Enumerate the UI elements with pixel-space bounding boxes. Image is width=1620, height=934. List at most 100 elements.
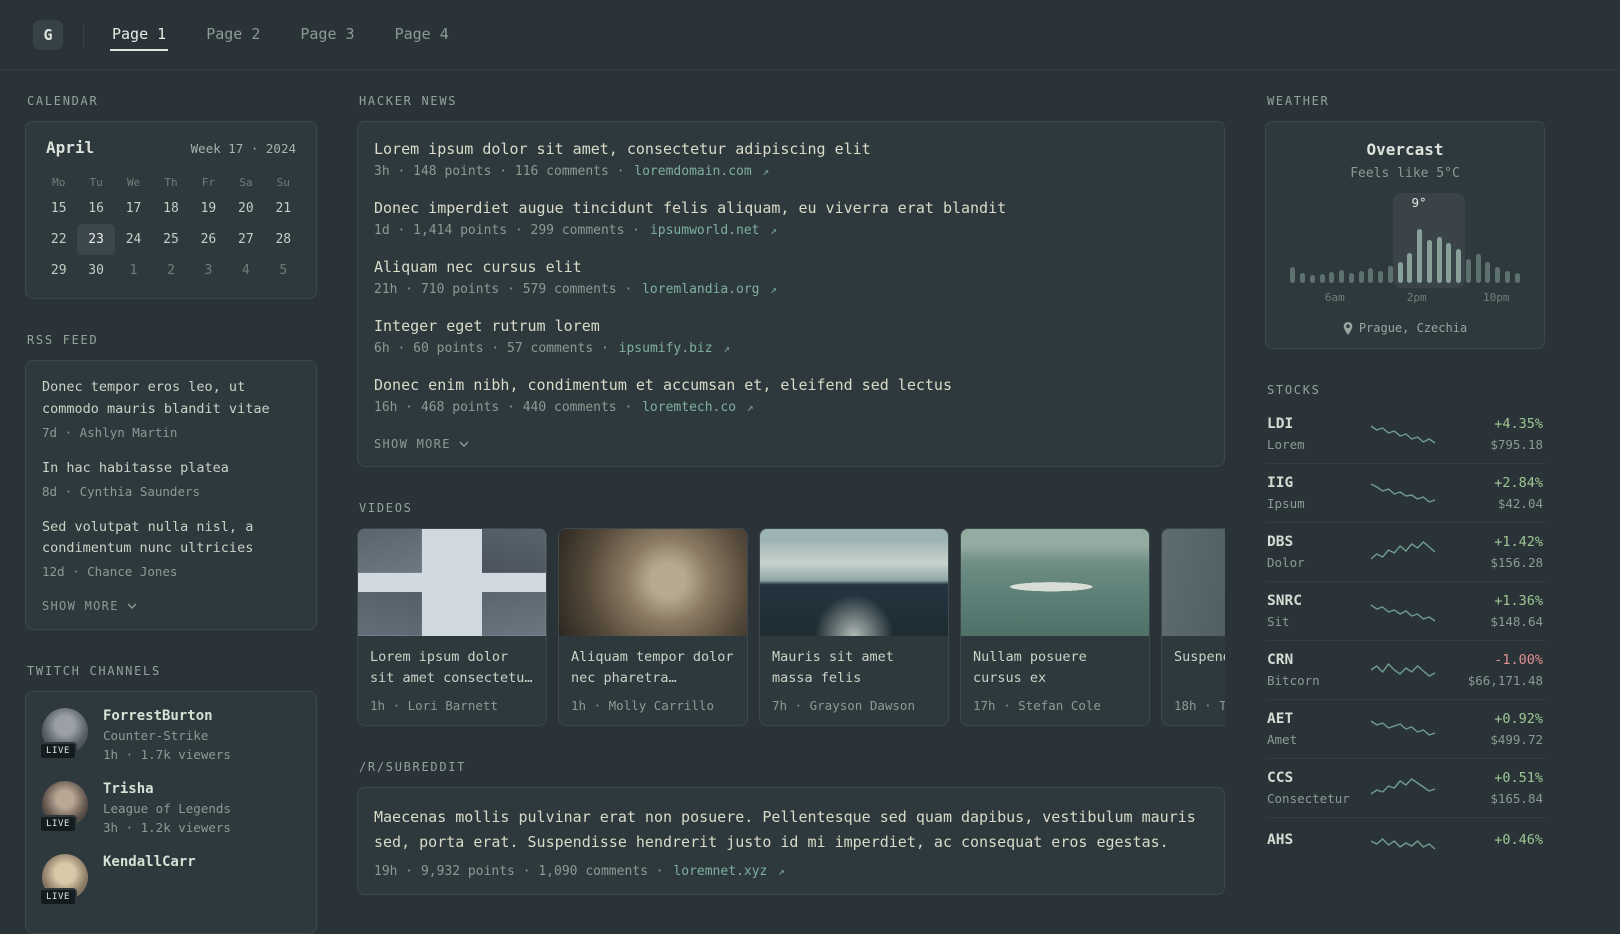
story-domain-link[interactable]: loremdomain.com: [634, 164, 751, 179]
calendar-weekday-label: Th: [164, 176, 178, 189]
story-domain-link[interactable]: ipsumworld.net: [650, 223, 760, 238]
story-title[interactable]: Integer eget rutrum lorem: [374, 317, 1208, 335]
calendar-day: 15: [50, 201, 67, 216]
twitch-channel-info: KendallCarr: [103, 854, 196, 874]
page-tab[interactable]: Page 4: [393, 18, 451, 51]
stock-row[interactable]: CCS Consectetur +0.51% $165.84: [1265, 758, 1545, 817]
video-thumbnail[interactable]: [559, 529, 747, 636]
stock-price: $499.72: [1490, 732, 1543, 747]
video-title[interactable]: Nullam posuere cursus ex: [973, 647, 1137, 690]
video-meta: 7h · Grayson Dawson: [772, 698, 915, 713]
stock-row[interactable]: DBS Dolor +1.42% $156.28: [1265, 522, 1545, 581]
story-title[interactable]: Donec imperdiet augue tincidunt felis al…: [374, 199, 1208, 217]
twitch-card: LIVE ForrestBurton Counter-Strike 1h · 1…: [25, 691, 317, 934]
stock-row[interactable]: LDI Lorem +4.35% $795.18: [1265, 410, 1545, 463]
stock-change: +1.36%: [1494, 593, 1543, 609]
stock-row[interactable]: CRN Bitcorn -1.00% $66,171.48: [1265, 640, 1545, 699]
calendar-day: 16: [88, 201, 104, 216]
video-thumbnail[interactable]: [760, 529, 948, 636]
calendar-day: 29: [50, 263, 67, 278]
video-card[interactable]: Mauris sit amet massa felis 7h · Grayson…: [759, 528, 949, 726]
video-thumbnail[interactable]: [358, 529, 546, 636]
story-item: Integer eget rutrum lorem 6h · 60 points…: [374, 317, 1208, 356]
video-thumbnail[interactable]: [1162, 529, 1225, 636]
story-domain-link[interactable]: ipsumify.biz: [619, 341, 713, 356]
rss-item-title[interactable]: Sed volutpat nulla nisl, a condimentum n…: [42, 517, 300, 561]
story-stats: 16h · 468 points · 440 comments ·: [374, 400, 633, 415]
twitch-channel-name[interactable]: KendallCarr: [103, 854, 196, 870]
stock-price: $148.64: [1490, 614, 1543, 629]
video-thumbnail[interactable]: [961, 529, 1149, 636]
weather-bar: [1405, 199, 1415, 283]
video-card-body: Nullam posuere cursus ex 17h · Stefan Co…: [961, 636, 1149, 725]
twitch-channel-list: LIVE ForrestBurton Counter-Strike 1h · 1…: [39, 708, 300, 907]
story-meta: 21h · 710 points · 579 comments · loreml…: [374, 282, 1208, 297]
calendar-weekday-row: Mo Tu We Th Fr Sa Su: [40, 172, 302, 193]
story-title[interactable]: Donec enim nibh, condimentum et accumsan…: [374, 376, 1208, 394]
video-title[interactable]: Lorem ipsum dolor sit amet consectetu…: [370, 647, 534, 690]
story-domain-link[interactable]: loremlandia.org: [642, 282, 759, 297]
weather-feels-like: Feels like 5°C: [1350, 166, 1460, 181]
stock-sparkline: [1355, 480, 1451, 506]
section-title-twitch: TWITCH CHANNELS: [27, 664, 161, 679]
story-title[interactable]: Lorem ipsum dolor sit amet, consectetur …: [374, 140, 1208, 158]
subreddit-post-title[interactable]: Maecenas mollis pulvinar erat non posuer…: [374, 805, 1208, 855]
video-title[interactable]: Aliquam tempor dolor nec pharetra…: [571, 647, 735, 690]
stock-change: +0.46%: [1494, 831, 1543, 848]
rss-item-title[interactable]: In hac habitasse platea: [42, 458, 300, 480]
video-card[interactable]: Lorem ipsum dolor sit amet consectetu… 1…: [357, 528, 547, 726]
rss-show-more-button[interactable]: SHOW MORE: [42, 597, 137, 615]
calendar-day: 21: [275, 201, 292, 216]
twitch-channel-name[interactable]: ForrestBurton: [103, 708, 231, 724]
calendar-day: 2: [167, 263, 175, 278]
stock-row[interactable]: SNRC Sit +1.36% $148.64: [1265, 581, 1545, 640]
video-card[interactable]: Suspendisse diam 18h · Tara: [1161, 528, 1225, 726]
story-domain-link[interactable]: loremnet.xyz: [673, 864, 767, 879]
stock-identity: LDI Lorem: [1267, 416, 1355, 452]
stocks-list: LDI Lorem +4.35% $795.18 IIG Ipsum +2.84…: [1265, 410, 1545, 866]
stock-symbol: LDI: [1267, 416, 1294, 432]
stock-row[interactable]: AHS +0.46%: [1265, 817, 1545, 866]
stock-values: +4.35% $795.18: [1451, 416, 1543, 452]
stock-change: +4.35%: [1494, 416, 1543, 432]
twitch-channel-viewers: 1h · 1.7k viewers: [103, 747, 231, 763]
page-tab[interactable]: Page 3: [298, 18, 356, 51]
twitch-channel-name[interactable]: Trisha: [103, 781, 231, 797]
video-title[interactable]: Mauris sit amet massa felis: [772, 647, 936, 690]
weather-bar: [1337, 199, 1347, 283]
stock-symbol: DBS: [1267, 534, 1294, 550]
page-tab[interactable]: Page 1: [110, 18, 169, 51]
twitch-channel-row[interactable]: LIVE KendallCarr: [39, 854, 300, 907]
video-card[interactable]: Nullam posuere cursus ex 17h · Stefan Co…: [960, 528, 1150, 726]
video-card[interactable]: Aliquam tempor dolor nec pharetra… 1h · …: [558, 528, 748, 726]
external-link-icon: ↗: [723, 342, 731, 355]
story-title[interactable]: Aliquam nec cursus elit: [374, 258, 1208, 276]
twitch-channel-row[interactable]: LIVE ForrestBurton Counter-Strike 1h · 1…: [39, 708, 300, 763]
stock-price: $42.04: [1497, 496, 1543, 511]
hacker-news-widget: HACKER NEWS Lorem ipsum dolor sit amet, …: [357, 94, 1225, 467]
story-domain-link[interactable]: loremtech.co: [642, 400, 736, 415]
calendar-day: 24: [125, 232, 142, 247]
twitch-channel-row[interactable]: LIVE Trisha League of Legends 3h · 1.2k …: [39, 781, 300, 835]
videos-widget: VIDEOS Lorem ipsum dolor sit amet consec…: [357, 501, 1225, 726]
subreddit-widget: /R/SUBREDDIT Maecenas mollis pulvinar er…: [357, 760, 1225, 895]
video-title[interactable]: Suspendisse diam: [1174, 647, 1225, 690]
calendar-weekday-label: Sa: [239, 176, 253, 189]
rss-item-title[interactable]: Donec tempor eros leo, ut commodo mauris…: [42, 377, 300, 421]
stock-identity: DBS Dolor: [1267, 534, 1355, 570]
weather-bar: [1483, 199, 1493, 283]
stock-row[interactable]: IIG Ipsum +2.84% $42.04: [1265, 463, 1545, 522]
hacker-news-show-more-button[interactable]: SHOW MORE: [374, 435, 469, 453]
page-tab[interactable]: Page 2: [204, 18, 262, 51]
stock-identity: AET Amet: [1267, 711, 1355, 747]
weather-time-label: 10pm: [1483, 291, 1510, 304]
stock-row[interactable]: AET Amet +0.92% $499.72: [1265, 699, 1545, 758]
app-logo[interactable]: G: [33, 19, 63, 50]
video-card-body: Aliquam tempor dolor nec pharetra… 1h · …: [559, 636, 747, 725]
story-stats: 3h · 148 points · 116 comments ·: [374, 164, 625, 179]
stock-identity: CRN Bitcorn: [1267, 652, 1355, 688]
rss-card: Donec tempor eros leo, ut commodo mauris…: [25, 360, 317, 631]
calendar-day: 22: [50, 232, 67, 247]
calendar-day: 3: [204, 263, 213, 278]
stock-name: Lorem: [1267, 437, 1305, 452]
